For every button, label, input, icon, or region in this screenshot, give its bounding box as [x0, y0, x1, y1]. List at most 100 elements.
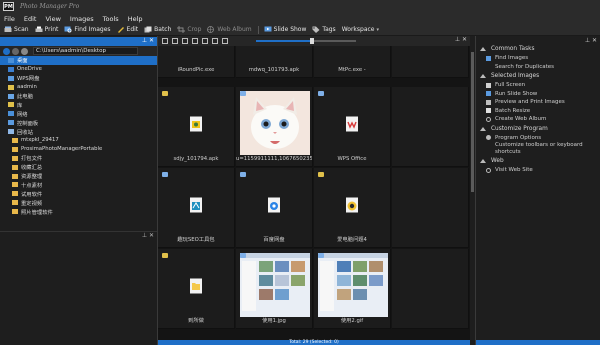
path-input[interactable]: C:\Users\aadmin\Desktop [33, 47, 138, 55]
folder-icon [12, 182, 18, 188]
print-button[interactable]: Print [35, 26, 58, 33]
thumbnail-cell[interactable]: u=1159911111,1067650235&f... [236, 87, 313, 167]
thumbnail-cell[interactable]: 爱电脑问题4 [314, 168, 391, 248]
folder-tree-item[interactable]: 试用软件 [0, 189, 157, 198]
menu-file[interactable]: File [4, 15, 15, 23]
crop-button[interactable]: Crop [177, 26, 201, 33]
selected-images-header[interactable]: Selected Images [476, 71, 600, 81]
thumbnail-cell[interactable] [392, 46, 469, 78]
menu-help[interactable]: Help [128, 15, 143, 23]
delete-icon[interactable] [222, 38, 228, 44]
folder-tree-item[interactable]: 重定视频 [0, 198, 157, 207]
preview-print-task[interactable]: Preview and Print Images [476, 98, 600, 107]
slide-show-button[interactable]: Slide Show [264, 26, 306, 33]
folder-icon [8, 93, 14, 99]
rotate-right-icon[interactable] [202, 38, 208, 44]
folder-tree-item[interactable]: 收藏汇总 [0, 163, 157, 172]
task-label: Create Web Album [495, 116, 547, 123]
thumbnail-view-icon[interactable] [172, 38, 178, 44]
menu-view[interactable]: View [45, 15, 60, 23]
folder-tree-item[interactable]: 打包文件 [0, 154, 157, 163]
folder-tree-item[interactable]: 网络 [0, 109, 157, 118]
thumbnail-cell[interactable]: MtPc.exe - [314, 46, 391, 78]
visit-web-site-task[interactable]: Visit Web Site [476, 166, 600, 175]
thumbnail-size-slider[interactable] [256, 38, 356, 44]
create-web-album-task[interactable]: Create Web Album [476, 115, 600, 124]
thumbnail-cell[interactable]: sdjy_101794.apk [158, 87, 235, 167]
pin-close-icon[interactable]: ⊥ ✕ [142, 232, 154, 239]
common-tasks-header[interactable]: Common Tasks [476, 44, 600, 54]
folder-tree-item[interactable]: 回收站 [0, 127, 157, 136]
batch-button[interactable]: Batch [144, 26, 171, 33]
chevron-down-icon: ▾ [376, 26, 379, 33]
slider-thumb[interactable] [310, 38, 314, 44]
rotate-left-icon[interactable] [192, 38, 198, 44]
scan-label: Scan [14, 26, 29, 33]
folder-tree-item[interactable]: 十点素材 [0, 180, 157, 189]
folder-icon [8, 120, 14, 126]
sort-icon[interactable] [162, 38, 168, 44]
find-images-icon [486, 55, 491, 61]
copy-icon[interactable] [212, 38, 218, 44]
pin-close-icon[interactable]: ⊥ ✕ [585, 37, 597, 44]
file-badge-icon [162, 172, 168, 177]
forward-icon[interactable] [12, 47, 19, 55]
folder-tree-item[interactable]: mtxpkl_29417 [0, 136, 157, 145]
task-label: Customize toolbars or keyboard shortcuts [495, 142, 583, 155]
back-icon[interactable] [3, 47, 10, 55]
folder-tree-item[interactable]: 库 [0, 100, 157, 109]
thumbnail-cell[interactable]: WPS Office [314, 87, 391, 167]
pin-close-icon[interactable]: ⊥ ✕ [455, 36, 467, 43]
thumbnail-cell[interactable] [392, 249, 469, 329]
menu-edit[interactable]: Edit [24, 15, 37, 23]
folder-tree-item[interactable]: 桌面 [0, 56, 157, 65]
web-album-button[interactable]: Web Album [207, 26, 252, 33]
search-duplicates-task[interactable]: Search for Duplicates [476, 63, 600, 72]
scan-button[interactable]: Scan [4, 26, 29, 33]
thumbnail-cell[interactable]: mdwq_101793.apk [236, 46, 313, 78]
folder-icon [12, 155, 18, 161]
up-folder-icon[interactable] [21, 47, 28, 55]
thumbnail-cell[interactable] [392, 168, 469, 248]
find-images-button[interactable]: Find Images [64, 26, 111, 33]
folder-tree-label: 桌面 [17, 58, 28, 65]
menu-tools[interactable]: Tools [103, 15, 119, 23]
folder-tree-item[interactable]: 资源整理 [0, 172, 157, 181]
customize-toolbars-task[interactable]: Customize toolbars or keyboard shortcuts [476, 142, 600, 156]
thumbnail-cell[interactable] [392, 87, 469, 167]
grid-scrollbar-thumb[interactable] [471, 52, 474, 192]
folder-tree-item[interactable]: 控制面板 [0, 118, 157, 127]
edit-button[interactable]: Edit [117, 26, 138, 33]
run-slide-show-task[interactable]: Run Slide Show [476, 90, 600, 99]
thumbnail-cell[interactable]: 到所做 [158, 249, 235, 329]
program-options-task[interactable]: Program Options [476, 134, 600, 143]
workspace-dropdown[interactable]: Workspace ▾ [342, 26, 379, 33]
slide-show-icon [264, 26, 272, 33]
folder-tree-item[interactable]: WPS网盘 [0, 74, 157, 83]
folder-tree-item[interactable]: ProsimaPhotoManagerPortable [0, 145, 157, 154]
list-view-icon[interactable] [182, 38, 188, 44]
task-label: Preview and Print Images [495, 99, 565, 106]
folder-tree-item[interactable]: OneDrive [0, 65, 157, 74]
thumbnail-cell[interactable]: 百度网盘 [236, 168, 313, 248]
thumbnail-cell[interactable]: 使用2.gif [314, 249, 391, 329]
menu-images[interactable]: Images [70, 15, 94, 23]
batch-resize-task[interactable]: Batch Resize [476, 107, 600, 116]
pin-close-icon[interactable]: ⊥ ✕ [142, 37, 154, 44]
folder-tree-item[interactable]: 照片管理软件 [0, 207, 157, 216]
status-bar: Total: 29 (Selected: 0) [158, 340, 470, 345]
customize-program-header[interactable]: Customize Program [476, 124, 600, 134]
thumbnail-cell[interactable]: iRoundPic.exe [158, 46, 235, 78]
tags-button[interactable]: Tags [312, 26, 336, 33]
task-pane: ⊥ ✕ Common Tasks Find Images Search for … [476, 36, 600, 340]
thumbnail-cell[interactable]: 趣玩SEO工具包 [158, 168, 235, 248]
folder-tree-item[interactable]: aadmin [0, 83, 157, 92]
find-images-task[interactable]: Find Images [476, 54, 600, 63]
folder-tree-label: 控制面板 [17, 120, 39, 127]
full-screen-task[interactable]: Full Screen [476, 81, 600, 90]
thumbnail-cell[interactable]: 使用1.jpg [236, 249, 313, 329]
screenshot-thumbnail [318, 253, 388, 317]
thumbnail-caption: 使用2.gif [340, 318, 364, 324]
web-header[interactable]: Web [476, 156, 600, 166]
folder-tree-item[interactable]: 此电脑 [0, 92, 157, 101]
